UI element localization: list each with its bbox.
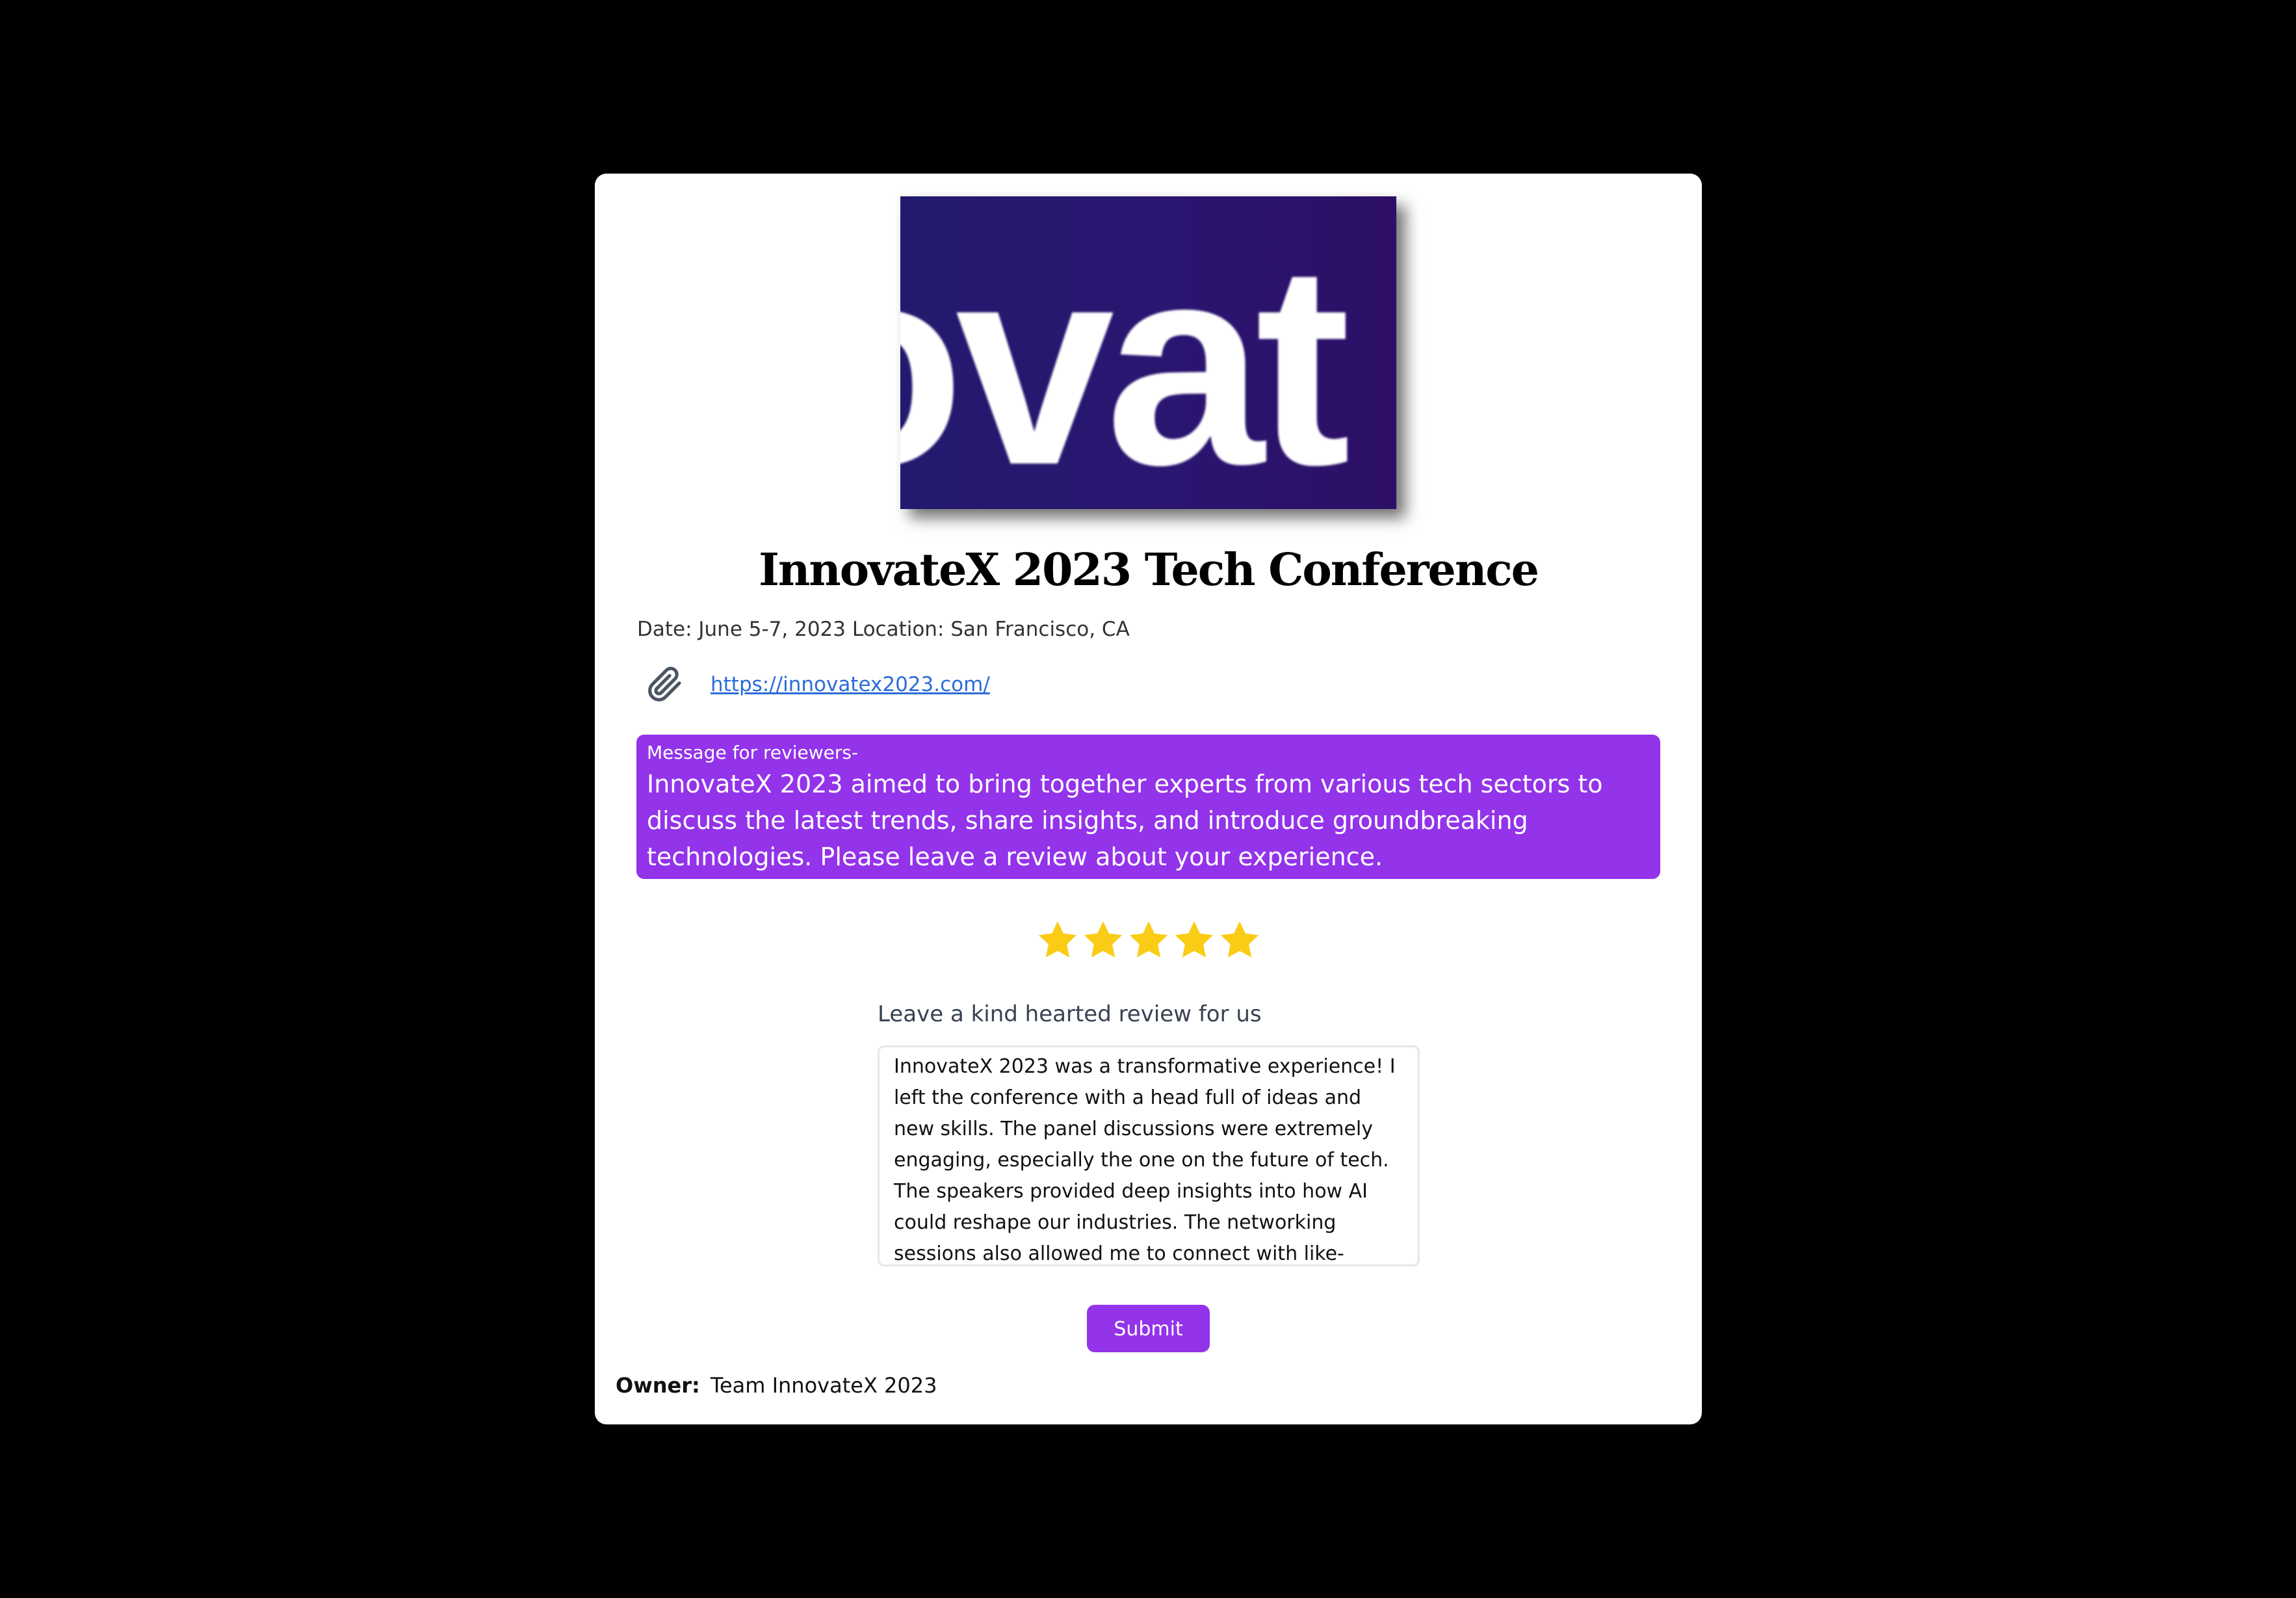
message-body: InnovateX 2023 aimed to bring together e… [647, 770, 1603, 871]
submit-button[interactable]: Submit [1087, 1305, 1210, 1352]
owner-value: Team InnovateX 2023 [710, 1373, 937, 1398]
event-link-row: https://innovatex2023.com/ [647, 665, 990, 704]
banner-text: ovat [900, 205, 1351, 509]
star-icon[interactable] [1127, 918, 1171, 962]
star-rating [595, 918, 1702, 965]
review-card: ovat InnovateX 2023 Tech Conference Date… [595, 174, 1702, 1424]
reviewer-message-box: Message for reviewers- InnovateX 2023 ai… [636, 735, 1660, 879]
star-icon[interactable] [1172, 918, 1216, 962]
page-title: InnovateX 2023 Tech Conference [759, 544, 1539, 596]
event-banner-image: ovat [900, 196, 1396, 509]
owner-line: Owner: Team InnovateX 2023 [616, 1373, 937, 1398]
event-website-link[interactable]: https://innovatex2023.com/ [711, 673, 990, 696]
paperclip-icon [647, 666, 683, 703]
owner-label: Owner: [616, 1373, 700, 1398]
message-label: Message for reviewers- [647, 742, 859, 763]
review-textarea[interactable]: InnovateX 2023 was a transformative expe… [878, 1045, 1420, 1266]
event-meta: Date: June 5-7, 2023 Location: San Franc… [637, 618, 1130, 641]
star-icon[interactable] [1218, 918, 1262, 962]
star-icon[interactable] [1036, 918, 1080, 962]
star-icon[interactable] [1081, 918, 1125, 962]
review-field-label: Leave a kind hearted review for us [878, 1001, 1262, 1027]
